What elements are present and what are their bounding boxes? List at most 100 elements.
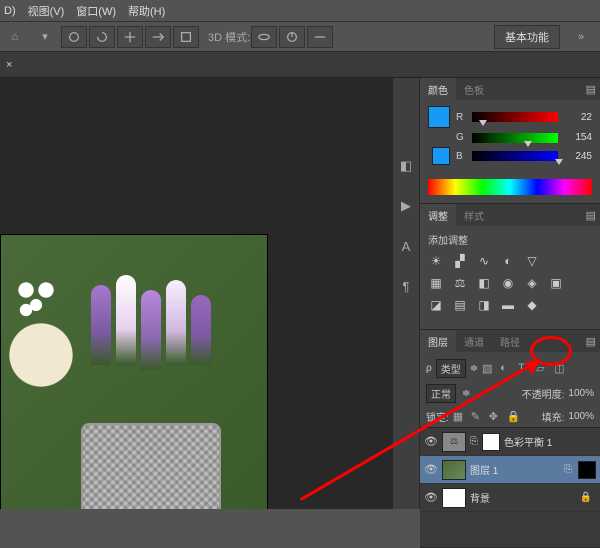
panel-menu-icon[interactable]: ▤	[586, 83, 596, 96]
color-panel: 颜色 色板 ▤ R 22 G 154 B	[420, 78, 600, 204]
lock-label: 锁定:	[426, 409, 449, 424]
gradient-map-icon[interactable]: ▬	[500, 297, 516, 313]
r-value[interactable]: 22	[564, 112, 592, 123]
exposure-icon[interactable]: ◐	[500, 253, 516, 269]
visibility-icon[interactable]: 👁	[424, 435, 438, 448]
color-spectrum[interactable]	[428, 179, 592, 195]
panel-menu-icon[interactable]: ▤	[586, 209, 596, 222]
layer-mask-thumb[interactable]	[578, 461, 596, 479]
r-label: R	[456, 112, 466, 123]
layer-list: 👁 ⚖ ⎘ 色彩平衡 1 👁 图层 1 ⎘ 👁	[420, 427, 600, 547]
collapsed-panel-strip: ◧ ▶ A ¶	[392, 78, 420, 509]
background-swatch[interactable]	[432, 147, 450, 165]
add-adjustment-label: 添加调整	[428, 232, 592, 247]
filter-kind-dropdown[interactable]: 类型	[436, 359, 466, 378]
tab-paths[interactable]: 路径	[492, 330, 528, 352]
g-slider[interactable]	[472, 133, 558, 143]
tab-color[interactable]: 颜色	[420, 78, 456, 100]
adjustments-panel: 调整 样式 ▤ 添加调整 ☀ ▞ ∿ ◐ ▽ ▦ ⚖ ◧ ◉ ◈	[420, 204, 600, 330]
filter-shape-icon[interactable]: ▱	[536, 362, 550, 376]
3d-roll-icon[interactable]	[279, 26, 305, 48]
levels-icon[interactable]: ▞	[452, 253, 468, 269]
options-bar: ⌂ ▾ 3D 模式: 基本功能 »	[0, 22, 600, 52]
mode-3d-label: 3D 模式:	[208, 29, 250, 45]
layer-row-background[interactable]: 👁 背景 🔒	[420, 484, 600, 512]
filter-smart-icon[interactable]: ◫	[554, 362, 568, 376]
layer-mask-thumb[interactable]	[482, 433, 500, 451]
pan-icon[interactable]	[117, 26, 143, 48]
layer-name[interactable]: 背景	[470, 490, 490, 505]
vibrance-icon[interactable]: ▽	[524, 253, 540, 269]
type-icon[interactable]: A	[398, 238, 414, 254]
r-slider[interactable]	[472, 112, 558, 122]
tab-swatches[interactable]: 色板	[456, 78, 492, 100]
layer-row-adjustment[interactable]: 👁 ⚖ ⎘ 色彩平衡 1	[420, 428, 600, 456]
layer-thumb[interactable]	[442, 460, 466, 480]
layer-thumb[interactable]	[442, 488, 466, 508]
3d-pan-icon[interactable]	[307, 26, 333, 48]
play-icon[interactable]: ▶	[398, 198, 414, 214]
b-slider[interactable]	[472, 151, 558, 161]
layer-thumb[interactable]: ⚖	[442, 432, 466, 452]
bw-icon[interactable]: ◧	[476, 275, 492, 291]
filter-adjust-icon[interactable]: ◐	[500, 362, 514, 376]
link-icon[interactable]: ⎘	[470, 436, 478, 447]
layer-name[interactable]: 图层 1	[470, 462, 498, 477]
g-value[interactable]: 154	[564, 132, 592, 143]
menu-bar: D) 视图(V) 窗口(W) 帮助(H)	[0, 0, 600, 22]
foreground-swatch[interactable]	[428, 106, 450, 128]
layer-name[interactable]: 色彩平衡 1	[504, 434, 552, 449]
curves-icon[interactable]: ∿	[476, 253, 492, 269]
filter-pixel-icon[interactable]: ▧	[482, 362, 496, 376]
posterize-icon[interactable]: ▤	[452, 297, 468, 313]
visibility-icon[interactable]: 👁	[424, 491, 438, 504]
b-label: B	[456, 151, 466, 162]
b-value[interactable]: 245	[564, 151, 592, 162]
workspace-basic-button[interactable]: 基本功能	[494, 25, 560, 49]
tool-home-icon[interactable]: ⌂	[0, 26, 30, 48]
menu-d[interactable]: D)	[4, 5, 16, 17]
channel-mixer-icon[interactable]: ◈	[524, 275, 540, 291]
tab-layers[interactable]: 图层	[420, 330, 456, 352]
lock-paint-icon[interactable]: ✎	[471, 410, 485, 424]
tab-adjustments[interactable]: 调整	[420, 204, 456, 226]
filter-type-icon[interactable]: T	[518, 362, 532, 376]
lock-all-icon[interactable]: 🔒	[507, 410, 521, 424]
menu-help[interactable]: 帮助(H)	[128, 3, 165, 19]
visibility-icon[interactable]: 👁	[424, 463, 438, 476]
selective-color-icon[interactable]: ◆	[524, 297, 540, 313]
opacity-value[interactable]: 100%	[568, 388, 594, 399]
link-icon[interactable]: ⎘	[564, 464, 572, 475]
history-icon[interactable]: ◧	[398, 158, 414, 174]
tool-dropdown-icon[interactable]: ▾	[30, 26, 60, 48]
document-tab-bar: ×	[0, 52, 600, 78]
hue-icon[interactable]: ▦	[428, 275, 444, 291]
fill-label: 填充:	[542, 409, 565, 424]
photo-filter-icon[interactable]: ◉	[500, 275, 516, 291]
tab-close-icon[interactable]: ×	[6, 59, 12, 71]
panel-menu-icon[interactable]: ▤	[586, 335, 596, 348]
invert-icon[interactable]: ◪	[428, 297, 444, 313]
tab-channels[interactable]: 通道	[456, 330, 492, 352]
paragraph-icon[interactable]: ¶	[398, 278, 414, 294]
fill-value[interactable]: 100%	[568, 411, 594, 422]
g-label: G	[456, 132, 466, 143]
menu-window[interactable]: 窗口(W)	[76, 3, 116, 19]
color-balance-icon[interactable]: ⚖	[452, 275, 468, 291]
3d-orbit-icon[interactable]	[251, 26, 277, 48]
lock-trans-icon[interactable]: ▦	[453, 410, 467, 424]
lookup-icon[interactable]: ▣	[548, 275, 564, 291]
threshold-icon[interactable]: ◨	[476, 297, 492, 313]
slide-icon[interactable]	[145, 26, 171, 48]
layer-row-copy[interactable]: 👁 图层 1 ⎘	[420, 456, 600, 484]
blend-mode-dropdown[interactable]: 正常	[426, 384, 456, 403]
lock-move-icon[interactable]: ✥	[489, 410, 503, 424]
brightness-icon[interactable]: ☀	[428, 253, 444, 269]
search-icon[interactable]: »	[566, 26, 596, 48]
tab-styles[interactable]: 样式	[456, 204, 492, 226]
menu-view[interactable]: 视图(V)	[28, 3, 65, 19]
orbit-icon[interactable]	[61, 26, 87, 48]
roll-icon[interactable]	[89, 26, 115, 48]
scale-icon[interactable]	[173, 26, 199, 48]
canvas-area[interactable]	[0, 78, 392, 509]
